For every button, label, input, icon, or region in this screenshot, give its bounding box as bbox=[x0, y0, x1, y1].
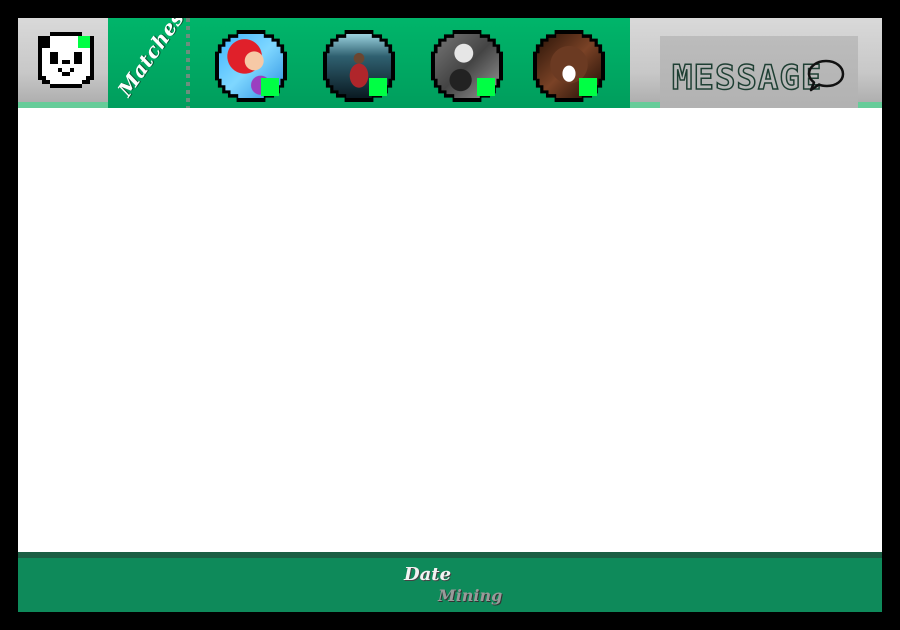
online-status-indicator bbox=[477, 78, 495, 96]
profile-avatar[interactable] bbox=[34, 28, 98, 92]
match-avatar-4[interactable] bbox=[533, 30, 605, 102]
online-status-indicator bbox=[369, 78, 387, 96]
chat-area bbox=[18, 108, 882, 552]
online-status-indicator bbox=[261, 78, 279, 96]
online-status-indicator bbox=[78, 36, 90, 48]
brand-line1: Date bbox=[404, 564, 452, 585]
match-avatar-2[interactable] bbox=[323, 30, 395, 102]
speech-bubble-icon bbox=[807, 59, 845, 92]
match-avatar-3[interactable] bbox=[431, 30, 503, 102]
footer: Date Mining bbox=[18, 558, 882, 612]
matches-strip: Matches bbox=[108, 18, 630, 114]
matches-label: Matches bbox=[112, 18, 189, 101]
match-avatar-1[interactable] bbox=[215, 30, 287, 102]
app-window: Matches MESSAGE Date Mining bbox=[18, 18, 882, 612]
brand-logo: Date Mining bbox=[398, 562, 508, 612]
online-status-indicator bbox=[579, 78, 597, 96]
brand-line2: Mining bbox=[438, 586, 503, 605]
matches-divider bbox=[186, 18, 190, 110]
message-button-label: MESSAGE bbox=[671, 57, 823, 99]
